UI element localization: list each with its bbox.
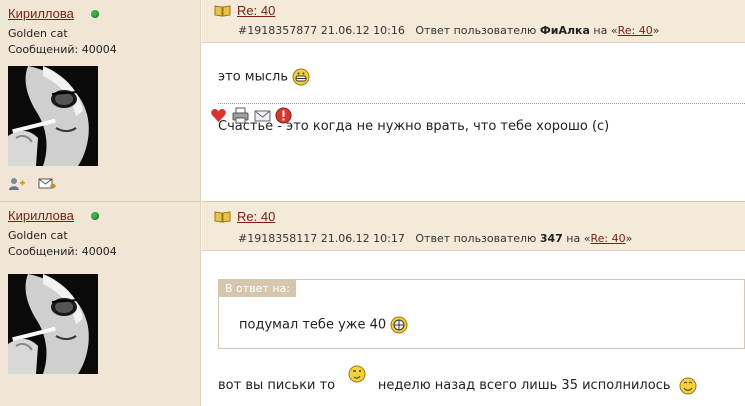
post-content: Re: 40 #1918358117 21.06.12 10:17 Ответ … (202, 201, 745, 406)
post-header: Re: 40 #1918358117 21.06.12 10:17 Ответ … (202, 201, 745, 251)
forum-post: Кириллова Golden cat Сообщений: 40004 Re… (0, 201, 745, 406)
reply-user[interactable]: 347 (540, 232, 563, 245)
forum-post: Кириллова Golden cat Сообщений: 40004 Re… (0, 0, 745, 201)
post-meta: #1918358117 21.06.12 10:17 Ответ пользов… (238, 232, 632, 245)
post-text: неделю назад всего лишь 35 исполнилось (377, 378, 671, 393)
online-status-icon (91, 10, 99, 18)
post-text-line: это мысль (218, 68, 310, 86)
quote-label: В ответ на: (219, 280, 296, 297)
reply-on: на « (566, 232, 591, 245)
post-title-link[interactable]: Re: 40 (237, 209, 275, 224)
author-panel: Кириллова Golden cat Сообщений: 40004 (0, 0, 201, 201)
author-message-count: Сообщений: 40004 (8, 245, 117, 258)
open-book-icon (214, 210, 231, 223)
author-name-link[interactable]: Кириллова (8, 208, 74, 223)
quote-text-line: подумал тебе уже 40 (239, 316, 408, 334)
author-rank: Golden cat (8, 229, 68, 242)
reply-parent-link[interactable]: Re: 40 (618, 24, 653, 37)
author-name-link[interactable]: Кириллова (8, 6, 74, 21)
smile-smiley-icon (679, 377, 697, 395)
signature-divider (218, 103, 745, 104)
post-title-link[interactable]: Re: 40 (237, 3, 275, 18)
shock-smiley-icon (390, 316, 408, 334)
post-tools (210, 107, 293, 124)
author-message-count: Сообщений: 40004 (8, 43, 117, 56)
post-id-date: #1918357877 21.06.12 10:16 (238, 24, 405, 37)
post-text-line: вот вы письки то неделю назад всего лишь… (218, 365, 697, 395)
reply-prefix: Ответ пользователю (415, 232, 537, 245)
post-content: Re: 40 #1918357877 21.06.12 10:16 Ответ … (202, 0, 745, 201)
report-icon[interactable] (275, 107, 292, 124)
online-status-icon (91, 212, 99, 220)
author-rank: Golden cat (8, 27, 68, 40)
post-text: вот вы письки то (218, 378, 336, 393)
reply-end: » (625, 232, 633, 245)
mail-icon[interactable] (254, 107, 271, 124)
post-meta: #1918357877 21.06.12 10:16 Ответ пользов… (238, 24, 659, 37)
reply-parent-link[interactable]: Re: 40 (590, 232, 625, 245)
reply-prefix: Ответ пользователю (415, 24, 537, 37)
add-friend-icon[interactable] (8, 177, 26, 191)
quote-text: подумал тебе уже 40 (239, 317, 387, 333)
wink-smiley-icon (348, 365, 366, 383)
quote-block: В ответ на: подумал тебе уже 40 (218, 279, 745, 349)
heart-icon[interactable] (210, 107, 227, 124)
reply-on: на « (593, 24, 618, 37)
grin-smiley-icon (292, 68, 310, 86)
post-text: это мысль (218, 69, 288, 85)
print-icon[interactable] (232, 107, 249, 124)
reply-user[interactable]: ФиАлка (540, 24, 590, 37)
avatar[interactable] (8, 274, 98, 374)
post-header: Re: 40 #1918357877 21.06.12 10:16 Ответ … (202, 0, 745, 43)
author-panel: Кириллова Golden cat Сообщений: 40004 (0, 201, 201, 406)
avatar[interactable] (8, 66, 98, 166)
open-book-icon (214, 4, 231, 17)
post-id-date: #1918358117 21.06.12 10:17 (238, 232, 405, 245)
author-actions (8, 176, 64, 191)
reply-end: » (652, 24, 660, 37)
send-message-icon[interactable] (38, 177, 57, 191)
